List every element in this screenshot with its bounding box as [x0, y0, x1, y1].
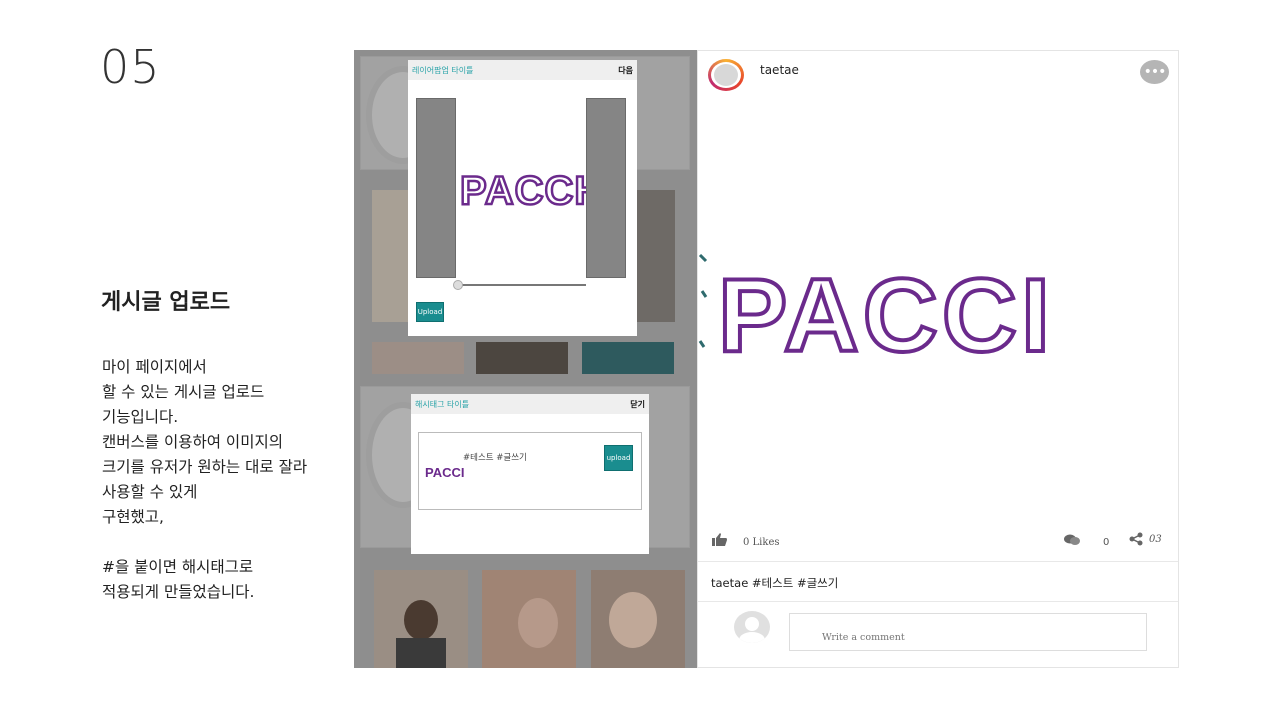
- bg-photo: [372, 342, 464, 374]
- post-action-bar: 0 Likes 0 03: [698, 529, 1178, 562]
- bg-photo: [374, 570, 468, 668]
- commenter-avatar: [734, 611, 770, 643]
- slide-title: 게시글 업로드: [101, 290, 231, 315]
- comment-input[interactable]: [789, 613, 1147, 651]
- bg-photo: [482, 570, 576, 668]
- user-avatar[interactable]: [708, 59, 744, 91]
- mypage-background-panel: 레이어팝업 타이틀 다음 PACCH Upload 해시태그 타이틀 닫기 #테…: [354, 50, 697, 668]
- share-icon[interactable]: [1129, 532, 1143, 546]
- crop-logo-text: PACCH: [460, 169, 604, 213]
- post-logo-text: PACCI: [718, 258, 1054, 361]
- close-button[interactable]: 닫기: [630, 399, 645, 410]
- bg-photo: [637, 190, 675, 322]
- share-count: 03: [1149, 534, 1162, 545]
- crop-shade-right: [586, 98, 626, 278]
- hashtag-popup-title: 해시태그 타이틀: [415, 399, 470, 409]
- thumbs-up-icon[interactable]: [712, 533, 728, 547]
- slide-number: 05: [100, 40, 161, 94]
- crop-size-slider[interactable]: [456, 284, 586, 286]
- crop-popup-header: 레이어팝업 타이틀 다음: [408, 60, 637, 80]
- hashtag-input-area[interactable]: #테스트 #글쓰기 PACCI upload: [418, 432, 642, 510]
- bg-photo: [476, 342, 568, 374]
- thumb-logo-text: PACCI: [425, 465, 464, 480]
- next-button[interactable]: 다음: [618, 65, 633, 76]
- post-caption: taetae #테스트 #글쓰기: [711, 576, 839, 590]
- upload-button[interactable]: Upload: [416, 302, 444, 322]
- bg-photo: [582, 342, 674, 374]
- hashtag-upload-button[interactable]: upload: [604, 445, 633, 471]
- post-username[interactable]: taetae: [760, 63, 799, 77]
- slide-description: 마이 페이지에서 할 수 있는 게시글 업로드 기능입니다. 캔버스를 이용하여…: [102, 358, 308, 601]
- hashtag-popup-header: 해시태그 타이틀 닫기: [411, 394, 649, 414]
- pacci-thumbnail: PACCI: [425, 465, 464, 480]
- more-options-icon[interactable]: •••: [1140, 60, 1169, 84]
- post-card: taetae ••• PACCI 0 Likes 0 03 taetae #테스…: [697, 50, 1179, 668]
- crop-slider-handle[interactable]: [453, 280, 463, 290]
- caption-divider: [698, 601, 1178, 602]
- crop-popup: 레이어팝업 타이틀 다음 PACCH Upload: [408, 60, 637, 336]
- post-image: PACCI: [698, 253, 1054, 361]
- likes-count: 0 Likes: [743, 537, 780, 548]
- crop-popup-title: 레이어팝업 타이틀: [412, 65, 474, 75]
- comment-count: 0: [1103, 537, 1110, 548]
- hashtag-text: #테스트 #글쓰기: [463, 453, 527, 463]
- crop-canvas[interactable]: PACCH: [416, 98, 626, 278]
- hashtag-popup: 해시태그 타이틀 닫기 #테스트 #글쓰기 PACCI upload: [411, 394, 649, 554]
- bg-photo: [591, 570, 685, 668]
- comment-icon[interactable]: [1064, 534, 1080, 546]
- crop-shade-left: [416, 98, 456, 278]
